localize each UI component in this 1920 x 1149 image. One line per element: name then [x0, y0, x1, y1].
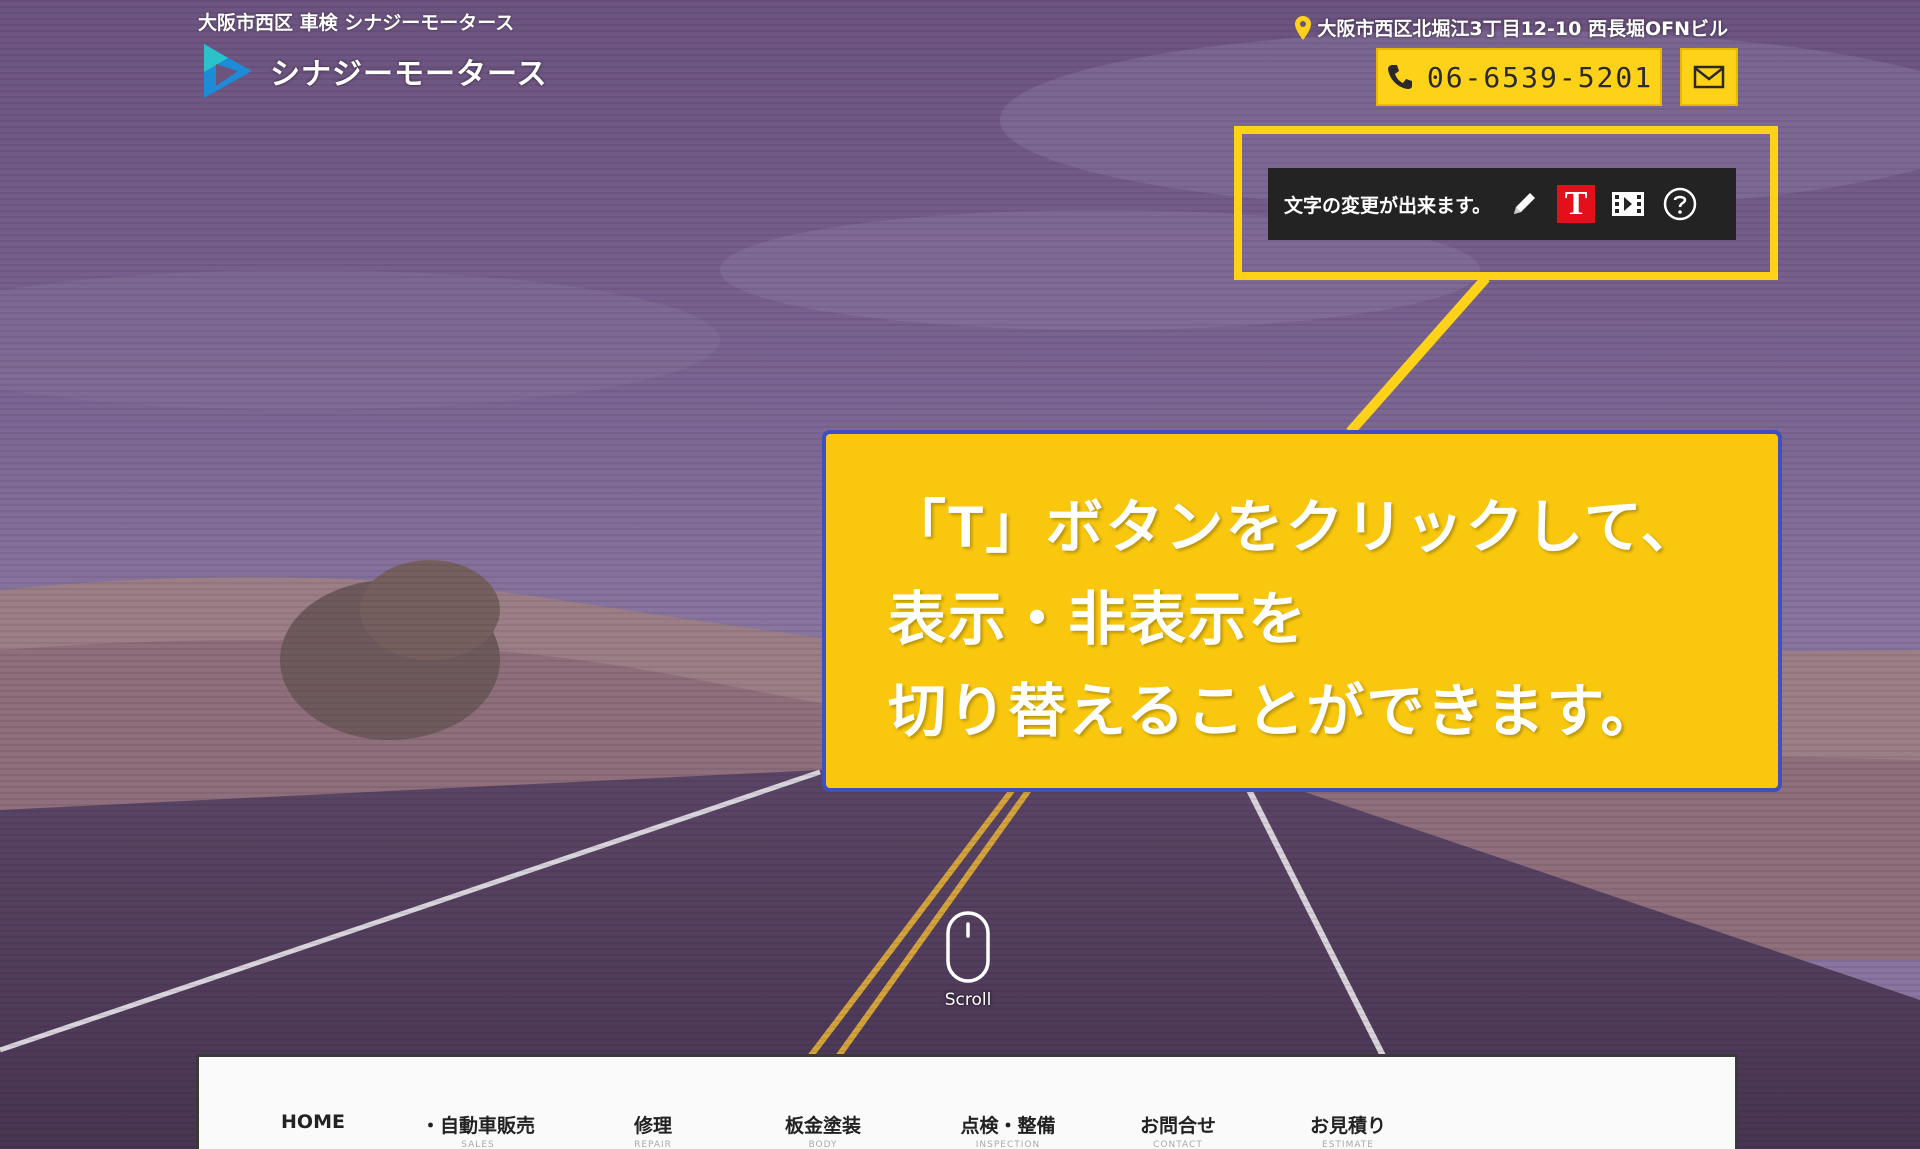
phone-number: 06-6539-5201	[1426, 60, 1654, 94]
nav-item-label: お見積り	[1309, 1115, 1386, 1137]
nav-item-label: お問合せ	[1139, 1115, 1216, 1137]
site-logo[interactable]: シナジーモータース	[198, 40, 548, 102]
callout-line-2: 表示・非表示を	[888, 587, 1309, 652]
phone-button[interactable]: 06-6539-5201	[1376, 48, 1662, 106]
nav-item-sublabel: REPAIR	[634, 1140, 672, 1149]
nav-item-label: 点検・整備	[960, 1115, 1056, 1137]
nav-item-contact[interactable]: お問合せ CONTACT	[1093, 1111, 1263, 1149]
nav-item-sales[interactable]: ・自動車販売 SALES	[373, 1111, 583, 1149]
nav-item-estimate[interactable]: お見積り ESTIMATE	[1263, 1111, 1433, 1149]
instruction-callout: 「T」ボタンをクリックして、 表示・非表示を 切り替えることができます。	[822, 430, 1782, 792]
scroll-indicator[interactable]: Scroll	[936, 910, 1000, 1010]
scroll-label: Scroll	[944, 990, 992, 1010]
map-pin-icon	[1295, 15, 1312, 40]
phone-icon	[1387, 65, 1412, 89]
nav-item-sublabel: SALES	[461, 1140, 495, 1149]
nav-item-sublabel: INSPECTION	[975, 1140, 1041, 1149]
pencil-icon[interactable]	[1505, 185, 1543, 223]
nav-item-sublabel: CONTACT	[1153, 1140, 1203, 1149]
text-toggle-button[interactable]: T	[1557, 185, 1596, 223]
edit-toolbar-message: 文字の変更が出来ます。	[1284, 194, 1492, 217]
callout-line-1: 「T」ボタンをクリックして、	[888, 495, 1701, 560]
nav-item-home[interactable]: HOME	[253, 1111, 373, 1135]
mail-icon	[1693, 65, 1725, 89]
nav-item-sublabel: ESTIMATE	[1322, 1140, 1374, 1149]
main-nav: HOME ・自動車販売 SALES 修理 REPAIR 板金塗装 BODY 点検…	[196, 1054, 1738, 1149]
logo-text: シナジーモータース	[270, 57, 548, 92]
callout-line-3: 切り替えることができます。	[888, 679, 1661, 744]
nav-item-label: ・自動車販売	[420, 1115, 535, 1137]
help-icon[interactable]	[1661, 185, 1699, 223]
nav-item-body[interactable]: 板金塗装 BODY	[723, 1111, 923, 1149]
address-text: 大阪市西区北堀江3丁目12-10 西長堀OFNビル	[1317, 18, 1728, 40]
nav-item-label: 板金塗装	[784, 1115, 861, 1137]
nav-item-label: HOME	[281, 1111, 345, 1133]
mail-button[interactable]	[1680, 48, 1738, 106]
edit-toolbar: 文字の変更が出来ます。 T	[1268, 168, 1736, 240]
nav-item-repair[interactable]: 修理 REPAIR	[583, 1111, 723, 1149]
site-tagline: 大阪市西区 車検 シナジーモータース	[198, 12, 515, 34]
nav-item-label: 修理	[633, 1115, 672, 1137]
nav-item-inspection[interactable]: 点検・整備 INSPECTION	[923, 1111, 1093, 1149]
nav-item-sublabel: BODY	[808, 1140, 838, 1149]
media-icon[interactable]	[1609, 185, 1647, 223]
logo-play-icon	[204, 44, 252, 98]
mouse-icon	[946, 911, 990, 983]
address: 大阪市西区北堀江3丁目12-10 西長堀OFNビル	[1295, 14, 1728, 41]
